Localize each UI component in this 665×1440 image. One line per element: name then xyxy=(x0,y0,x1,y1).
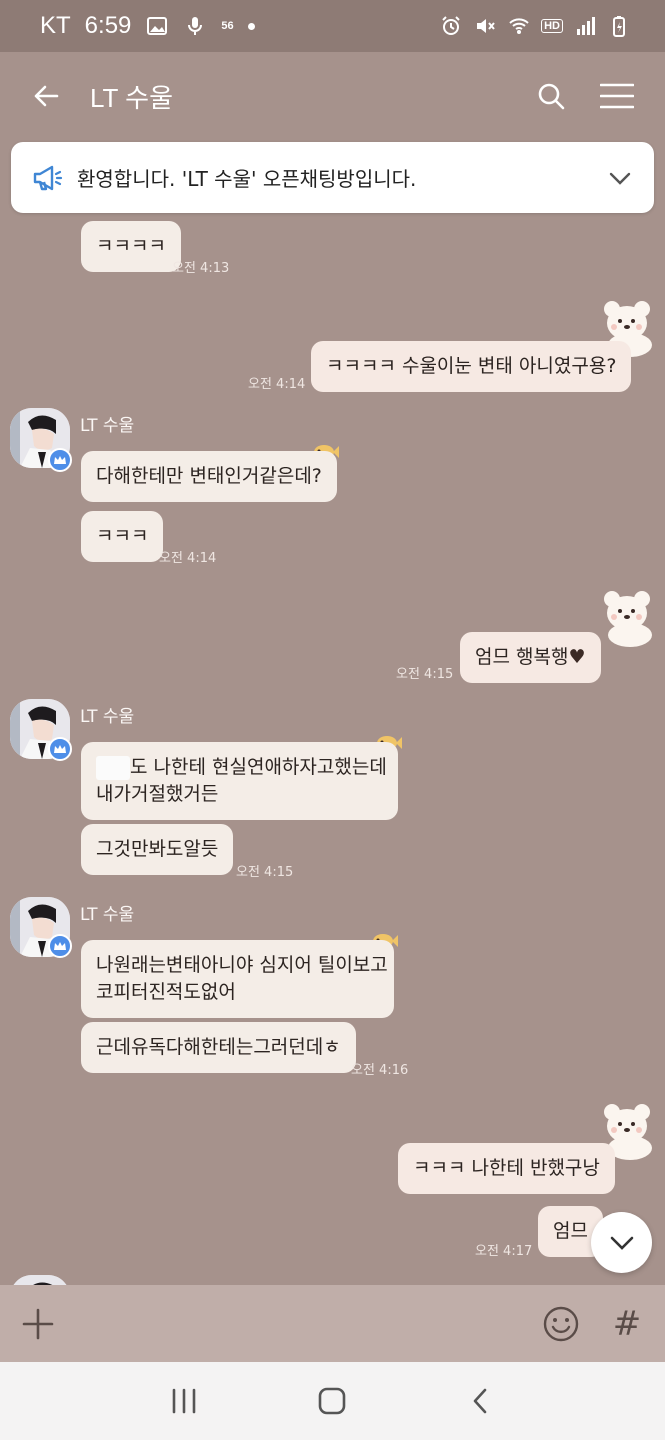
signal-icon xyxy=(573,14,597,38)
message-time: 오전 4:15 xyxy=(236,865,294,880)
notice-banner[interactable]: 환영합니다. 'LT 수울' 오픈채팅방입니다. xyxy=(11,142,654,213)
home-button[interactable] xyxy=(312,1381,352,1421)
recent-apps-button[interactable] xyxy=(164,1381,204,1421)
back-button[interactable] xyxy=(28,78,64,114)
chat-header: LT 수울 xyxy=(0,52,665,140)
message-text-line: 나원래는변태아니야 심지어 틸이보고 xyxy=(96,954,388,976)
chevron-left-icon xyxy=(473,1388,487,1414)
menu-button[interactable] xyxy=(597,78,637,114)
crown-badge-icon xyxy=(48,934,72,958)
notification-dot-icon xyxy=(247,22,255,30)
recent-apps-icon xyxy=(172,1388,196,1414)
hd-badge: HD xyxy=(541,19,563,33)
hamburger-menu-icon xyxy=(600,83,634,109)
message-list[interactable]: ㅋㅋㅋㅋ 오전 4:13 ㅋㅋㅋㅋ 수울이눈 변태 아니였구용? 오전 4:14… xyxy=(0,213,665,1285)
smiley-icon[interactable] xyxy=(541,1304,581,1344)
message-text-line: 내가거절했거든 xyxy=(96,783,219,805)
input-bar: # xyxy=(0,1285,665,1362)
home-icon xyxy=(319,1387,346,1415)
wifi-icon xyxy=(507,14,531,38)
sender-name: LT 수울 xyxy=(80,707,135,727)
status-bar: KT 6:59 56 HD xyxy=(0,0,665,52)
message-time: 오전 4:13 xyxy=(172,261,230,276)
bear-profile-icon[interactable] xyxy=(600,587,656,647)
message-time: 오전 4:14 xyxy=(248,377,306,392)
megaphone-icon xyxy=(33,165,63,190)
chevron-down-icon xyxy=(610,1236,633,1250)
message-bubble[interactable]: 근데유독다해한테는그러던데ㅎ xyxy=(81,1022,356,1073)
network-badge: 56 xyxy=(221,20,234,32)
message-bubble-mine[interactable]: 엄므 행복행♥ xyxy=(460,632,601,683)
profile-illustration-icon xyxy=(10,1275,70,1285)
avatar[interactable] xyxy=(10,1275,70,1285)
search-button[interactable] xyxy=(533,78,569,114)
clock: 6:59 xyxy=(84,12,132,39)
sender-name: LT 수울 xyxy=(80,416,135,436)
scroll-to-bottom-button[interactable] xyxy=(591,1212,652,1273)
chat-title: LT 수울 xyxy=(90,82,174,113)
message-text: 엄므 행복행 xyxy=(475,646,569,668)
arrow-left-icon xyxy=(34,85,59,107)
message-bubble[interactable]: ㅋㅋㅋ xyxy=(81,511,164,562)
gallery-icon xyxy=(145,14,169,38)
hashtag-button[interactable]: # xyxy=(609,1306,645,1342)
crown-badge-icon xyxy=(48,448,72,472)
alarm-icon xyxy=(439,14,463,38)
message-bubble-mine[interactable]: ㅋㅋㅋ 나한테 반했구낭 xyxy=(398,1143,615,1194)
message-bubble[interactable]: ㅋㅋㅋㅋ xyxy=(81,221,181,272)
redacted-block xyxy=(96,755,130,780)
sender-name: LT 수울 xyxy=(80,905,135,925)
message-time: 오전 4:16 xyxy=(351,1063,409,1078)
chevron-down-icon[interactable] xyxy=(606,164,634,192)
mute-icon xyxy=(473,14,497,38)
message-bubble-mine[interactable]: ㅋㅋㅋㅋ 수울이눈 변태 아니였구용? xyxy=(311,341,632,392)
message-time: 오전 4:14 xyxy=(159,551,217,566)
message-bubble[interactable]: 도 나한테 현실연애하자고했는데 내가거절했거든 xyxy=(81,742,398,820)
nav-back-button[interactable] xyxy=(461,1381,501,1421)
message-bubble[interactable]: 다해한테만 변태인거같은데? xyxy=(81,451,337,502)
message-text-line: 도 나한테 현실연애하자고했는데 xyxy=(130,756,387,778)
notice-text: 환영합니다. 'LT 수울' 오픈채팅방입니다. xyxy=(77,167,417,191)
message-time: 오전 4:15 xyxy=(396,667,454,682)
crown-badge-icon xyxy=(48,737,72,761)
message-text-line: 코피터진적도없어 xyxy=(96,981,236,1003)
message-bubble[interactable]: 그것만봐도알듯 xyxy=(81,824,234,875)
carrier-label: KT xyxy=(40,12,71,39)
heart-icon: ♥ xyxy=(568,646,586,668)
search-icon xyxy=(538,83,565,110)
message-time: 오전 4:17 xyxy=(475,1244,533,1259)
message-bubble[interactable]: 나원래는변태아니야 심지어 틸이보고 코피터진적도없어 xyxy=(81,940,394,1018)
mic-icon xyxy=(183,14,207,38)
plus-icon[interactable] xyxy=(20,1306,56,1342)
system-nav-bar xyxy=(0,1362,665,1440)
battery-icon xyxy=(607,14,631,38)
